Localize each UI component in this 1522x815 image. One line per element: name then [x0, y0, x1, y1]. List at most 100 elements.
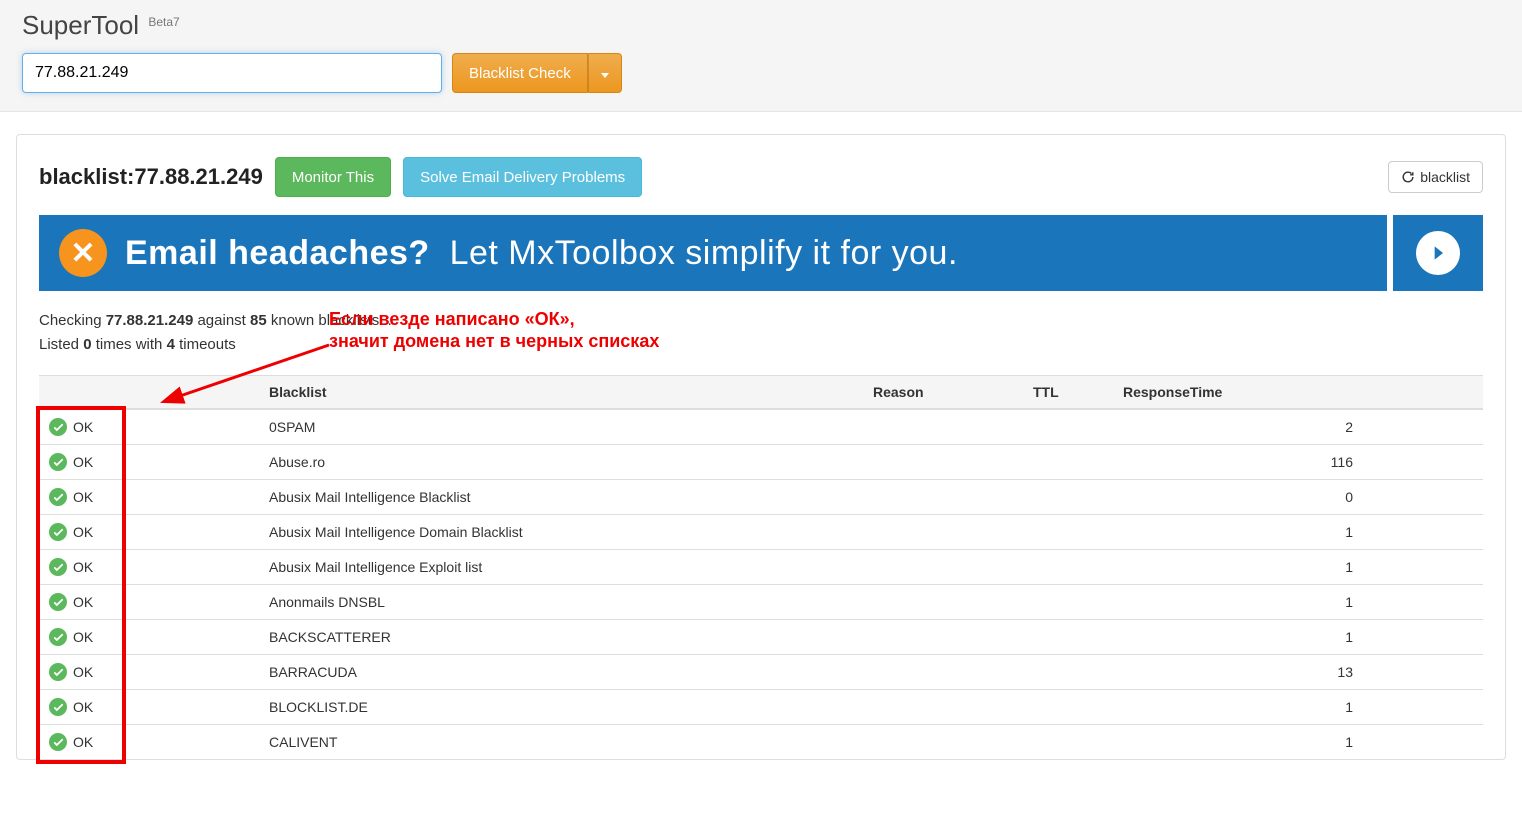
- top-bar: SuperTool Beta7 Blacklist Check: [0, 0, 1522, 112]
- solve-email-button[interactable]: Solve Email Delivery Problems: [403, 157, 642, 197]
- responsetime-cell: 13: [1113, 655, 1363, 690]
- ok-check-icon: [49, 418, 67, 436]
- blacklist-check-button[interactable]: Blacklist Check: [452, 53, 588, 93]
- chevron-right-icon: [1416, 231, 1460, 275]
- tool-title: SuperTool Beta7: [22, 10, 1500, 41]
- th-reason: Reason: [863, 376, 1023, 410]
- reason-cell: [863, 620, 1023, 655]
- status-cell: OK: [49, 663, 129, 681]
- status-cell: OK: [49, 628, 129, 646]
- th-blacklist: Blacklist: [259, 376, 863, 410]
- search-row: Blacklist Check: [22, 53, 1500, 93]
- status-label: OK: [73, 524, 93, 540]
- promo-banner-row: ✕ Email headaches? Let MxToolbox simplif…: [39, 215, 1483, 291]
- ok-check-icon: [49, 593, 67, 611]
- ttl-cell: [1023, 550, 1113, 585]
- responsetime-cell: 1: [1113, 515, 1363, 550]
- table-row: OK Abusix Mail Intelligence Blacklist 0: [39, 480, 1483, 515]
- ttl-cell: [1023, 620, 1113, 655]
- ttl-cell: [1023, 409, 1113, 445]
- banner-rest: Let MxToolbox simplify it for you.: [450, 234, 958, 272]
- title-text: SuperTool: [22, 10, 139, 40]
- th-responsetime: ResponseTime: [1113, 376, 1363, 410]
- responsetime-cell: 1: [1113, 585, 1363, 620]
- status-label: OK: [73, 489, 93, 505]
- status-text: Checking 77.88.21.249 against 85 known b…: [39, 309, 1483, 357]
- status-cell: OK: [49, 733, 129, 751]
- blacklist-name: BARRACUDA: [259, 655, 863, 690]
- ok-check-icon: [49, 733, 67, 751]
- blacklist-table: Blacklist Reason TTL ResponseTime OK 0SPA…: [39, 375, 1483, 759]
- ok-check-icon: [49, 453, 67, 471]
- reason-cell: [863, 655, 1023, 690]
- reason-cell: [863, 480, 1023, 515]
- status-label: OK: [73, 419, 93, 435]
- promo-banner[interactable]: ✕ Email headaches? Let MxToolbox simplif…: [39, 215, 1387, 291]
- status-cell: OK: [49, 698, 129, 716]
- status-label: OK: [73, 454, 93, 470]
- reason-cell: [863, 585, 1023, 620]
- x-circle-icon: ✕: [59, 229, 107, 277]
- ttl-cell: [1023, 585, 1113, 620]
- status-cell: OK: [49, 418, 129, 436]
- ttl-cell: [1023, 725, 1113, 760]
- status-label: OK: [73, 734, 93, 750]
- beta-badge: Beta7: [148, 15, 179, 29]
- table-row: OK Abusix Mail Intelligence Exploit list 1: [39, 550, 1483, 585]
- responsetime-cell: 1: [1113, 550, 1363, 585]
- blacklist-name: Abusix Mail Intelligence Exploit list: [259, 550, 863, 585]
- table-row: OK Abuse.ro 116: [39, 445, 1483, 480]
- table-row: OKBACKSCATTERER1: [39, 620, 1483, 655]
- th-ttl: TTL: [1023, 376, 1113, 410]
- monitor-this-button[interactable]: Monitor This: [275, 157, 391, 197]
- reason-cell: [863, 725, 1023, 760]
- reason-cell: [863, 515, 1023, 550]
- status-cell: OK: [49, 453, 129, 471]
- ttl-cell: [1023, 445, 1113, 480]
- ttl-cell: [1023, 690, 1113, 725]
- responsetime-cell: 1: [1113, 690, 1363, 725]
- ok-check-icon: [49, 488, 67, 506]
- refresh-label: blacklist: [1420, 169, 1470, 185]
- responsetime-cell: 0: [1113, 480, 1363, 515]
- ok-check-icon: [49, 523, 67, 541]
- ok-check-icon: [49, 558, 67, 576]
- blacklist-name: Abuse.ro: [259, 445, 863, 480]
- reason-cell: [863, 550, 1023, 585]
- lookup-input[interactable]: [22, 53, 442, 93]
- th-status: [39, 376, 139, 410]
- panel-header-left: blacklist:77.88.21.249 Monitor This Solv…: [39, 157, 642, 197]
- banner-text: Email headaches? Let MxToolbox simplify …: [125, 234, 958, 273]
- ok-check-icon: [49, 628, 67, 646]
- blacklist-name: Abusix Mail Intelligence Domain Blacklis…: [259, 515, 863, 550]
- banner-next-button[interactable]: [1393, 215, 1483, 291]
- status-cell: OK: [49, 558, 129, 576]
- blacklist-name: CALIVENT: [259, 725, 863, 760]
- th-spacer: [139, 376, 259, 410]
- blacklist-name: Abusix Mail Intelligence Blacklist: [259, 480, 863, 515]
- responsetime-cell: 2: [1113, 409, 1363, 445]
- lookup-button-group: Blacklist Check: [452, 53, 622, 93]
- blacklist-name: BACKSCATTERER: [259, 620, 863, 655]
- status-label: OK: [73, 629, 93, 645]
- status-cell: OK: [49, 523, 129, 541]
- table-header-row: Blacklist Reason TTL ResponseTime: [39, 376, 1483, 410]
- status-cell: OK: [49, 593, 129, 611]
- responsetime-cell: 116: [1113, 445, 1363, 480]
- table-row: OKBLOCKLIST.DE1: [39, 690, 1483, 725]
- query-title: blacklist:77.88.21.249: [39, 164, 263, 190]
- refresh-button[interactable]: blacklist: [1388, 161, 1483, 193]
- responsetime-cell: 1: [1113, 725, 1363, 760]
- status-cell: OK: [49, 488, 129, 506]
- blacklist-name: 0SPAM: [259, 409, 863, 445]
- panel-header: blacklist:77.88.21.249 Monitor This Solv…: [39, 157, 1483, 197]
- refresh-icon: [1401, 170, 1415, 184]
- lookup-dropdown-toggle[interactable]: [588, 53, 622, 93]
- th-tail: [1363, 376, 1483, 410]
- ok-check-icon: [49, 698, 67, 716]
- ok-check-icon: [49, 663, 67, 681]
- ttl-cell: [1023, 480, 1113, 515]
- table-row: OK CALIVENT 1: [39, 725, 1483, 760]
- reason-cell: [863, 445, 1023, 480]
- status-label: OK: [73, 664, 93, 680]
